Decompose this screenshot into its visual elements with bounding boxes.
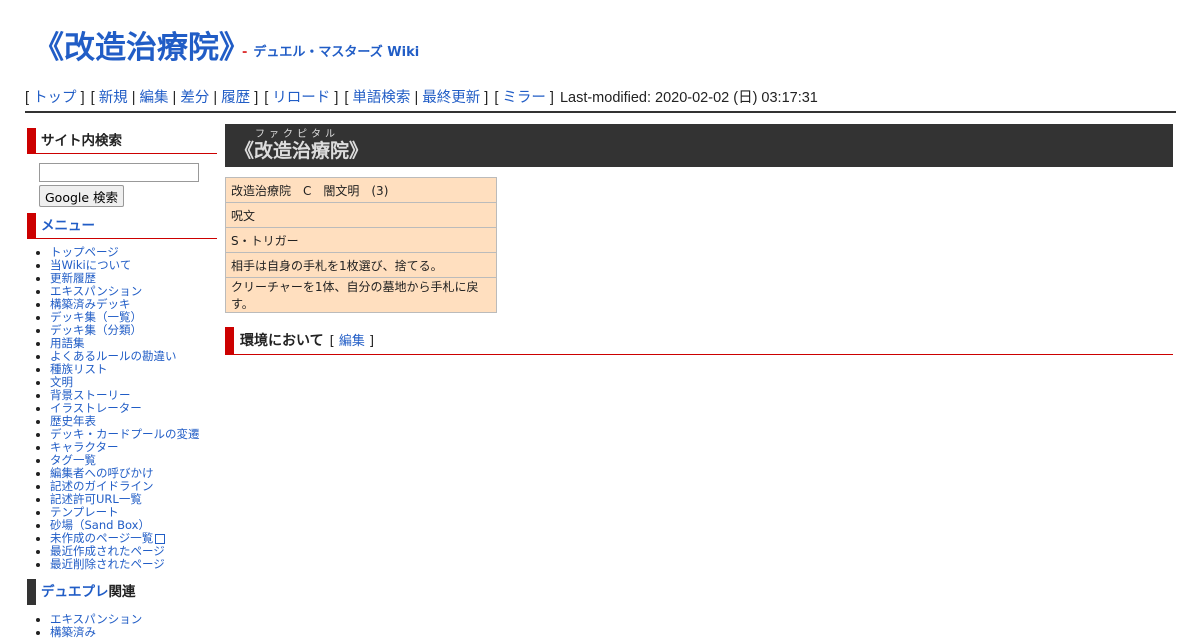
table-cell: S・トリガー	[225, 227, 497, 253]
menu-link[interactable]: 最近削除されたページ	[50, 557, 165, 571]
menu-link[interactable]: デッキ集（分類）	[50, 323, 142, 337]
wiki-home-link[interactable]: デュエル・マスターズ Wiki	[253, 45, 419, 60]
menu-link[interactable]: 記述許可URL一覧	[50, 492, 142, 506]
table-row: 呪文	[225, 202, 497, 228]
menu-link[interactable]: デッキ集（一覧）	[50, 310, 142, 324]
page-title-bar: ファクピタル 《改造治療院》	[225, 124, 1173, 167]
menu-link[interactable]: 歴史年表	[50, 414, 96, 428]
duepure-list: エキスパンション 構築済み	[27, 613, 217, 639]
duepure-link-item[interactable]: エキスパンション	[50, 612, 142, 626]
menu-link[interactable]: 未作成のページ一覧	[50, 531, 153, 545]
duepure-heading: デュエプレ関連	[27, 579, 217, 605]
menu-link[interactable]: テンプレート	[50, 505, 119, 519]
tb-word-search[interactable]: 単語検索	[352, 90, 410, 106]
tb-history[interactable]: 履歴	[221, 90, 250, 106]
tb-diff[interactable]: 差分	[180, 90, 209, 106]
table-cell: 相手は自身の手札を1枚選び、捨てる。	[225, 252, 497, 278]
duepure-link-item[interactable]: 構築済み	[50, 625, 96, 639]
table-row: 改造治療院 C 闇文明 (3)	[225, 177, 497, 203]
header-divider	[25, 111, 1176, 113]
section-edit: [ 編集 ]	[329, 334, 375, 349]
duepure-item: 構築済み	[50, 626, 217, 639]
toolbar: [ トップ ][ 新規 | 編集 | 差分 | 履歴 ][ リロード ][ 単語…	[25, 90, 818, 106]
menu-link[interactable]: キャラクター	[50, 440, 119, 454]
menu-list: トップページ 当Wikiについて 更新履歴 エキスパンション 構築済みデッキ デ…	[27, 246, 217, 571]
menu-link[interactable]: 用語集	[50, 336, 85, 350]
subtitle-dash: -	[242, 45, 248, 60]
menu-heading-label[interactable]: メニュー	[41, 218, 95, 234]
menu-link[interactable]: デッキ・カードプールの変遷	[50, 427, 200, 441]
table-cell: 改造治療院 C 闇文明 (3)	[225, 177, 497, 203]
table-row: 相手は自身の手札を1枚選び、捨てる。	[225, 252, 497, 278]
menu-link[interactable]: トップページ	[50, 245, 119, 259]
main-content: ファクピタル 《改造治療院》 改造治療院 C 闇文明 (3) 呪文 S・トリガー…	[225, 124, 1173, 355]
section-heading-label: 環境において	[240, 333, 324, 349]
page-title: 《改造治療院》	[235, 140, 369, 162]
menu-link[interactable]: イラストレーター	[50, 401, 142, 415]
table-row: S・トリガー	[225, 227, 497, 253]
section-edit-link[interactable]: 編集	[339, 334, 365, 349]
external-link-icon	[155, 533, 166, 544]
duepure-heading-text: 関連	[108, 584, 136, 600]
table-cell: 呪文	[225, 202, 497, 228]
last-modified: Last-modified: 2020-02-02 (日) 03:17:31	[559, 90, 818, 106]
table-cell: クリーチャーを1体、自分の墓地から手札に戻す。	[225, 277, 497, 313]
duepure-link[interactable]: デュエプレ	[41, 584, 109, 600]
google-search-button[interactable]: Google 検索	[39, 185, 125, 207]
search-input[interactable]	[39, 163, 199, 182]
search-form: Google 検索	[39, 163, 217, 207]
menu-heading[interactable]: メニュー	[27, 213, 217, 239]
menu-link[interactable]: 文明	[50, 375, 73, 389]
tb-edit[interactable]: 編集	[140, 90, 169, 106]
search-heading: サイト内検索	[27, 128, 217, 154]
table-row: クリーチャーを1体、自分の墓地から手札に戻す。	[225, 277, 497, 313]
site-subtitle: - デュエル・マスターズ Wiki	[242, 41, 419, 60]
menu-link[interactable]: 更新履歴	[50, 271, 96, 285]
card-table: 改造治療院 C 闇文明 (3) 呪文 S・トリガー 相手は自身の手札を1枚選び、…	[225, 177, 497, 313]
tb-top[interactable]: トップ	[33, 90, 77, 106]
tb-mirror[interactable]: ミラー	[502, 90, 546, 106]
menu-link[interactable]: 種族リスト	[50, 362, 108, 376]
menu-link[interactable]: 編集者への呼びかけ	[50, 466, 154, 480]
menu-link[interactable]: 構築済みデッキ	[50, 297, 131, 311]
tb-new[interactable]: 新規	[99, 90, 128, 106]
menu-item: 種族リスト	[50, 363, 217, 376]
menu-link[interactable]: 記述のガイドライン	[50, 479, 154, 493]
menu-link[interactable]: 当Wikiについて	[50, 258, 131, 272]
site-title[interactable]: 《改造治療院》	[33, 22, 250, 67]
section-heading: 環境において [ 編集 ]	[225, 327, 1173, 355]
menu-item: 最近削除されたページ	[50, 558, 217, 571]
menu-link[interactable]: 砂場（Sand Box）	[50, 518, 150, 532]
menu-link[interactable]: 最近作成されたページ	[50, 544, 165, 558]
menu-link[interactable]: よくあるルールの勘違い	[50, 349, 177, 363]
sidebar: サイト内検索 Google 検索 メニュー トップページ 当Wikiについて 更…	[27, 128, 217, 639]
menu-link[interactable]: エキスパンション	[50, 284, 142, 298]
menu-link[interactable]: タグ一覧	[50, 453, 96, 467]
tb-recent[interactable]: 最終更新	[422, 90, 480, 106]
tb-reload[interactable]: リロード	[272, 90, 330, 106]
menu-link[interactable]: 背景ストーリー	[50, 388, 131, 402]
